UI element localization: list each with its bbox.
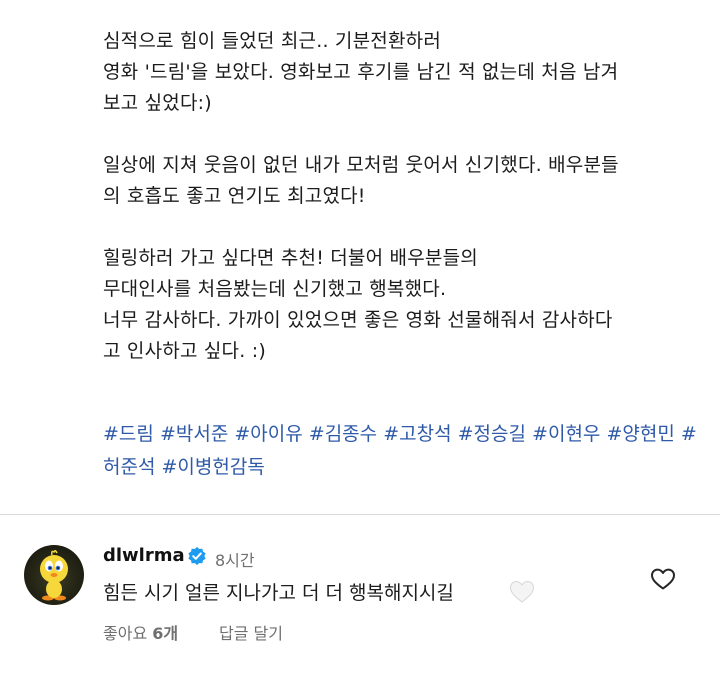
likes-label: 좋아요 <box>103 624 148 643</box>
tweety-bird-avatar[interactable] <box>24 545 84 605</box>
verified-badge-icon <box>187 546 207 566</box>
caption-line: 보고 싶었다:) <box>103 92 212 114</box>
hashtag-list: #드림 #박서준 #아이유 #김종수 #고창석 #정승길 #이현우 #양현민 #… <box>103 418 703 484</box>
comment-username[interactable]: dlwlrma <box>103 545 185 566</box>
caption-line: 힐링하러 가고 싶다면 추천! 더불어 배우분들의 <box>103 247 478 269</box>
caption-line: 의 호흡도 좋고 연기도 최고였다! <box>103 185 366 207</box>
caption-line: 일상에 지쳐 웃음이 없던 내가 모처럼 웃어서 신기했다. 배우분들 <box>103 154 619 176</box>
caption-line: 무대인사를 처음봤는데 신기했고 행복했다. <box>103 278 447 300</box>
likes-number: 6개 <box>152 624 179 643</box>
caption-line: 너무 감사하다. 가까이 있었으면 좋은 영화 선물해줘서 감사하다 <box>103 309 613 331</box>
caption-line: 심적으로 힘이 들었던 최근.. 기분전환하러 <box>103 30 441 52</box>
hashtag-link[interactable]: #아이유 <box>234 423 302 445</box>
likes-count[interactable]: 좋아요 6개 <box>103 620 178 644</box>
reply-button[interactable]: 답글 달기 <box>219 620 283 644</box>
caption-line: 영화 '드림'을 보았다. 영화보고 후기를 남긴 적 없는데 처음 남겨 <box>103 61 619 83</box>
white-heart-icon <box>508 578 536 606</box>
post-caption: 심적으로 힘이 들었던 최근.. 기분전환하러 영화 '드림'을 보았다. 영화… <box>103 26 703 367</box>
hashtag-link[interactable]: #김종수 <box>309 423 377 445</box>
hashtag-link[interactable]: #정승길 <box>458 423 526 445</box>
hashtag-link[interactable]: #드림 <box>103 423 154 445</box>
hashtag-link[interactable]: #이현우 <box>532 423 600 445</box>
hashtag-link[interactable]: #양현민 <box>606 423 674 445</box>
hashtag-link[interactable]: #박서준 <box>160 423 228 445</box>
hashtag-link[interactable]: #이병헌감독 <box>162 456 265 478</box>
caption-line: 고 인사하고 싶다. :) <box>103 340 266 362</box>
comment-text: 힘든 시기 얼른 지나가고 더 더 행복해지시길 <box>103 582 454 604</box>
comment-timestamp: 8시간 <box>215 551 255 570</box>
heart-outline-icon[interactable] <box>650 567 676 591</box>
comment-divider <box>0 514 720 515</box>
hashtag-link[interactable]: #고창석 <box>383 423 451 445</box>
